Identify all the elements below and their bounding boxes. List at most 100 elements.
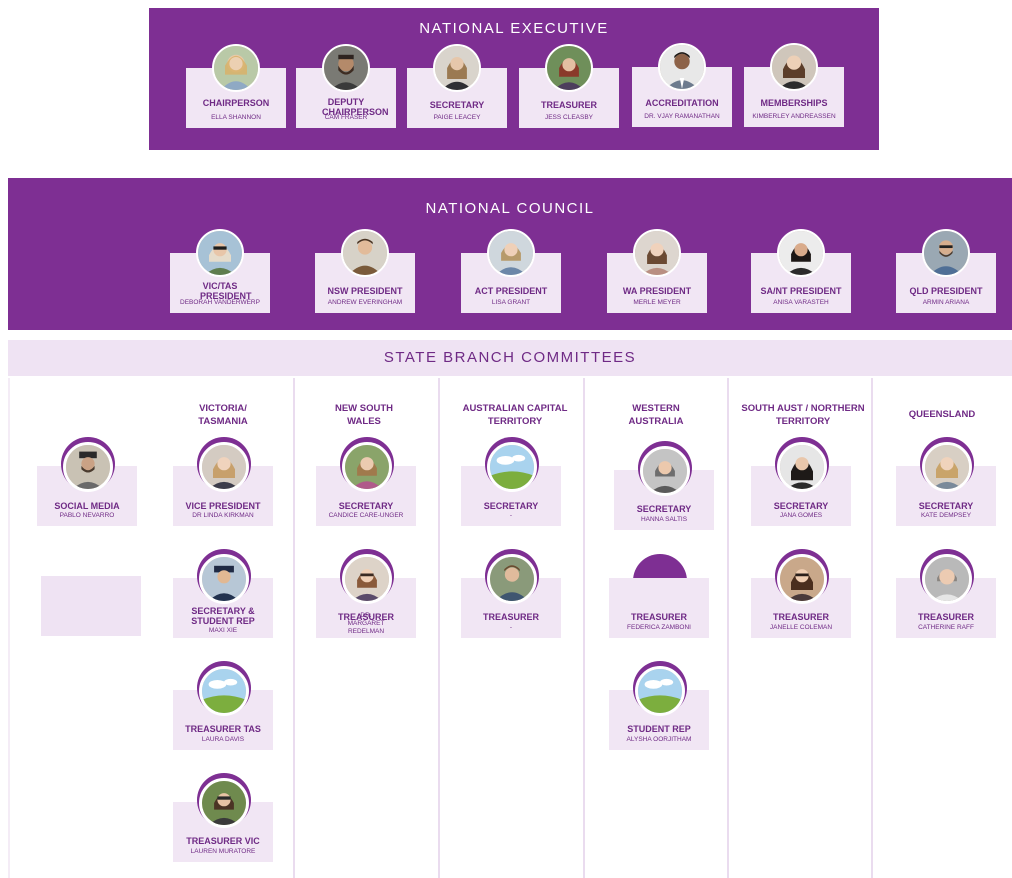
role-label: SECRETARY & STUDENT REP	[191, 606, 255, 626]
person-name: -	[509, 624, 513, 631]
person-name: PAIGE LEACEY	[433, 114, 481, 121]
committee-card-secretary: SECRETARY HANNA SALTIS	[614, 446, 714, 530]
committee-card-social-media: SOCIAL MEDIA PABLO NEVARRO	[37, 442, 137, 526]
empty-photo-placeholder	[633, 554, 687, 581]
person-name: LAUREN MURATORE	[190, 848, 256, 855]
portrait-photo	[922, 554, 972, 604]
committee-card-treasurer: TREASURER DR. MARGARET REDELMAN	[316, 554, 416, 638]
council-card-sa-nt-president: SA/NT PRESIDENT ANISA VARASTEH	[751, 229, 851, 313]
committee-card-treasurer: TREASURER JANELLE COLEMAN	[751, 554, 851, 638]
placeholder-image-icon	[635, 666, 685, 716]
column-heading-queensland: QUEENSLAND	[908, 409, 976, 420]
portrait-photo	[640, 446, 690, 496]
portrait-photo	[196, 229, 244, 277]
person-name: LAURA DAVIS	[201, 736, 245, 743]
portrait-photo	[63, 442, 113, 492]
portrait-photo	[777, 554, 827, 604]
person-name: CAM FRASER	[324, 114, 368, 121]
portrait-photo	[658, 43, 706, 91]
person-name: DR. MARGARET REDELMAN	[347, 612, 385, 635]
column-divider	[871, 378, 873, 878]
role-label: SECRETARY	[773, 501, 829, 511]
column-heading-act: AUSTRALIAN CAPITAL TERRITORY	[462, 403, 568, 427]
person-name: DEBORAH VANDERWERP	[180, 299, 260, 306]
role-label: SECRETARY	[338, 501, 394, 511]
column-heading-western-australia: WESTERN AUSTRALIA	[628, 403, 684, 427]
role-label: TREASURER	[482, 612, 539, 622]
committee-card-secretary: SECRETARY KATE DEMPSEY	[896, 442, 996, 526]
column-divider	[8, 378, 10, 878]
person-name: KATE DEMPSEY	[920, 512, 972, 519]
person-name: CATHERINE RAFF	[918, 624, 974, 631]
person-name: ALYSHA OORJITHAM	[626, 736, 692, 743]
executive-card-treasurer: TREASURER JESS CLEASBY	[519, 44, 619, 128]
person-name: ANDREW EVERINGHAM	[327, 299, 403, 306]
person-name: DR LINDA KIRKMAN	[192, 512, 254, 519]
role-label: VIC/TAS PRESIDENT	[200, 281, 252, 301]
person-name: HANNA SALTIS	[640, 516, 688, 523]
portrait-photo	[433, 44, 481, 92]
role-label: MEMBERSHIPS	[760, 98, 828, 108]
person-name: JANELLE COLEMAN	[769, 624, 833, 631]
national-executive-title: NATIONAL EXECUTIVE	[419, 20, 609, 37]
portrait-photo	[342, 442, 392, 492]
person-name: PABLO NEVARRO	[59, 512, 115, 519]
executive-card-secretary: SECRETARY PAIGE LEACEY	[407, 44, 507, 128]
person-name: KIMBERLEY ANDREASSEN	[752, 113, 836, 120]
executive-card-chairperson: CHAIRPERSON ELLA SHANNON	[186, 44, 286, 128]
committee-card-secretary-student-rep: SECRETARY & STUDENT REP MAXI XIE	[173, 554, 273, 638]
role-label: TREASURER	[630, 612, 687, 622]
committee-card-vice-president: VICE PRESIDENT DR LINDA KIRKMAN	[173, 442, 273, 526]
executive-card-memberships: MEMBERSHIPS KIMBERLEY ANDREASSEN	[744, 43, 844, 127]
committee-card-secretary: SECRETARY -	[461, 442, 561, 526]
person-name: LISA GRANT	[491, 299, 531, 306]
state-branch-committees-title: STATE BRANCH COMMITTEES	[383, 349, 637, 366]
blank-card	[41, 576, 141, 636]
portrait-photo	[545, 44, 593, 92]
role-label: TREASURER	[917, 612, 974, 622]
portrait-photo	[777, 229, 825, 277]
person-name: FEDERICA ZAMBONI	[627, 624, 691, 631]
role-label: TREASURER	[772, 612, 829, 622]
column-divider	[583, 378, 585, 878]
committee-card-treasurer: TREASURER -	[461, 554, 561, 638]
portrait-photo	[199, 554, 249, 604]
role-label: SOCIAL MEDIA	[54, 501, 120, 511]
portrait-photo	[922, 229, 970, 277]
role-label: QLD PRESIDENT	[909, 286, 983, 296]
person-name: JESS CLEASBY	[544, 114, 594, 121]
portrait-photo	[342, 554, 392, 604]
role-label: SECRETARY	[636, 504, 692, 514]
role-label: ACT PRESIDENT	[474, 286, 548, 296]
portrait-photo	[341, 229, 389, 277]
column-heading-sa-nt: SOUTH AUST / NORTHERN TERRITORY	[741, 403, 865, 427]
person-name: DR. VJAY RAMANATHAN	[644, 113, 720, 120]
committee-card-treasurer: TREASURER FEDERICA ZAMBONI	[609, 578, 709, 638]
person-name: CANDICE CARE-UNGER	[328, 512, 404, 519]
portrait-photo	[199, 778, 249, 828]
council-card-qld-president: QLD PRESIDENT ARMIN ARIANA	[896, 229, 996, 313]
person-name: MAXI XIE	[208, 627, 238, 634]
person-name: -	[509, 512, 513, 519]
role-label: WA PRESIDENT	[622, 286, 692, 296]
column-divider	[727, 378, 729, 878]
committee-card-secretary: SECRETARY CANDICE CARE-UNGER	[316, 442, 416, 526]
state-branch-committees-bar: STATE BRANCH COMMITTEES	[8, 340, 1012, 376]
committee-card-secretary: SECRETARY JANA GOMES	[751, 442, 851, 526]
portrait-photo	[487, 229, 535, 277]
portrait-photo	[212, 44, 260, 92]
committee-card-student-rep: STUDENT REP ALYSHA OORJITHAM	[609, 666, 709, 750]
committee-card-treasurer-vic: TREASURER VIC LAUREN MURATORE	[173, 778, 273, 862]
portrait-photo	[199, 442, 249, 492]
column-heading-victoria-tasmania: VICTORIA/ TASMANIA	[198, 403, 248, 427]
portrait-photo	[322, 44, 370, 92]
person-name: JANA GOMES	[779, 512, 823, 519]
placeholder-image-icon	[487, 442, 537, 492]
person-name: ANISA VARASTEH	[773, 299, 829, 306]
portrait-photo	[487, 554, 537, 604]
portrait-photo	[777, 442, 827, 492]
portrait-photo	[922, 442, 972, 492]
role-label: TREASURER TAS	[185, 724, 261, 734]
role-label: ACCREDITATION	[645, 98, 719, 108]
council-card-nsw-president: NSW PRESIDENT ANDREW EVERINGHAM	[315, 229, 415, 313]
